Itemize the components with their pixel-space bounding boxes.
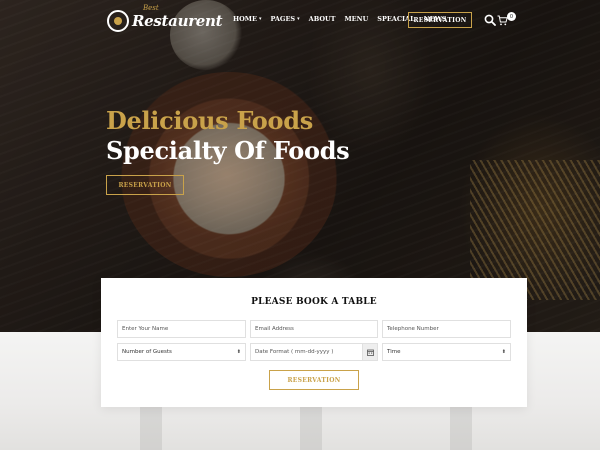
guests-select-value: Number of Guests [122,349,172,355]
date-input-placeholder: Date Format ( mm-dd-yyyy ) [255,349,334,355]
nav-reservation-button[interactable]: RESERVATION [408,12,472,28]
caret-down-icon: ▾ [297,16,300,22]
select-arrows-icon: ⬍ [501,349,506,355]
name-input-placeholder: Enter Your Name [122,326,169,332]
nav-item-menu[interactable]: MENU [344,15,368,23]
date-input[interactable]: Date Format ( mm-dd-yyyy ) [250,343,378,361]
hero-reservation-button[interactable]: RESERVATION [106,175,184,195]
cart-count-badge: 0 [507,12,516,21]
logo[interactable]: Restaurent Best [107,4,223,36]
booking-card: PLEASE BOOK A TABLE Enter Your Name Emai… [101,278,527,407]
nav-item-home[interactable]: HOME ▾ [233,15,261,23]
booking-reservation-button[interactable]: RESERVATION [269,370,359,390]
logo-script-text: Best [143,4,159,12]
nav-item-label: PAGES [270,15,296,23]
hero-headline-primary: Delicious Foods [106,106,313,135]
nav-item-label: MENU [344,15,369,23]
time-select-value: Time [387,349,401,355]
navbar: Restaurent Best HOME ▾ PAGES ▾ ABOUT MENU … [0,0,600,42]
calendar-icon[interactable] [362,344,377,360]
nav-item-label: ABOUT [308,15,336,23]
hero-headline-secondary: Specialty Of Foods [106,136,350,165]
booking-title: PLEASE BOOK A TABLE [251,297,377,307]
telephone-input-placeholder: Telephone Number [387,326,439,332]
telephone-input[interactable]: Telephone Number [382,320,511,338]
nav-item-pages[interactable]: PAGES ▾ [270,15,299,23]
guests-select[interactable]: Number of Guests ⬍ [117,343,246,361]
time-select[interactable]: Time ⬍ [382,343,511,361]
email-input[interactable]: Email Address [250,320,378,338]
select-arrows-icon: ⬍ [236,349,241,355]
nav-item-about[interactable]: ABOUT [309,15,336,23]
nav-item-label: HOME [233,15,257,23]
name-input[interactable]: Enter Your Name [117,320,246,338]
logo-text: Restaurent [132,12,223,30]
logo-icon [107,10,129,32]
search-icon[interactable] [484,14,496,26]
email-input-placeholder: Email Address [255,326,294,332]
caret-down-icon: ▾ [258,16,262,22]
